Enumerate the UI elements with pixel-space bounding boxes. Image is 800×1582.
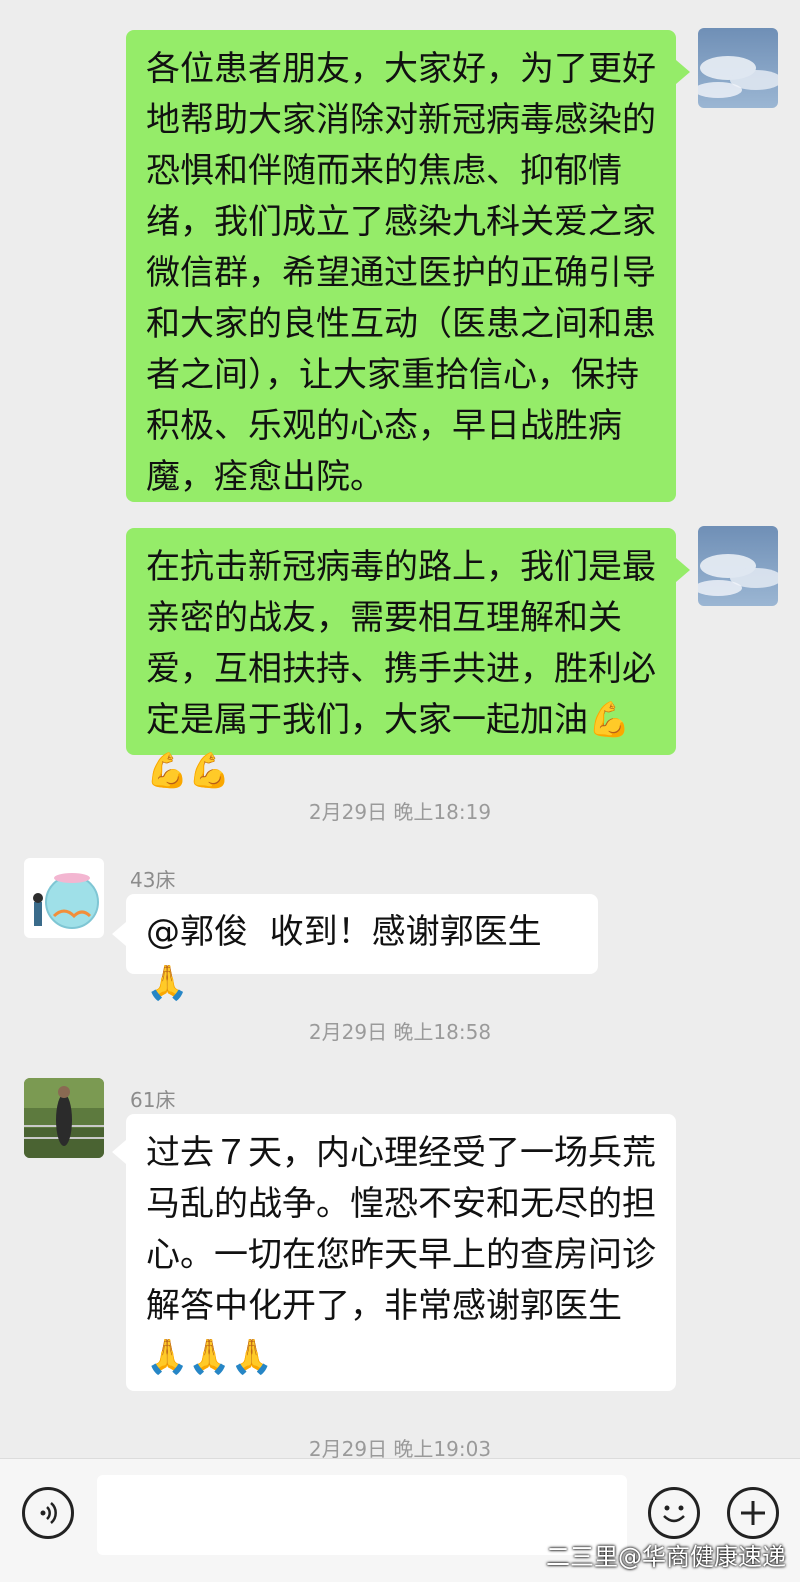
voice-icon[interactable] [22, 1487, 74, 1539]
message-text: 在抗击新冠病毒的路上，我们是最亲密的战友，需要相互理解和关爱，互相扶持、携手共进… [146, 547, 656, 740]
folded-hands-emoji: 🙏🙏🙏 [146, 1337, 274, 1377]
message-text: 各位患者朋友，大家好，为了更好地帮助大家消除对新冠病毒感染的恐惧和伴随而来的焦虑… [146, 49, 656, 497]
watermark: 二三里@华商健康速递 [546, 1543, 786, 1571]
outgoing-message-bubble[interactable]: 在抗击新冠病毒的路上，我们是最亲密的战友，需要相互理解和关爱，互相扶持、携手共进… [126, 528, 676, 791]
timestamp: 2月29日 晚上18:58 [308, 1020, 492, 1044]
incoming-message-bubble[interactable]: 过去７天，内心理经受了一场兵荒马乱的战争。惶恐不安和无尽的担心。一切在您昨天早上… [126, 1114, 676, 1391]
incoming-message-bubble[interactable]: @郭俊 收到！感谢郭医生 🙏 [126, 894, 598, 1003]
bubble-tail [676, 558, 690, 582]
my-avatar[interactable] [698, 526, 778, 606]
message-text: 过去７天，内心理经受了一场兵荒马乱的战争。惶恐不安和无尽的担心。一切在您昨天早上… [146, 1133, 656, 1326]
sender-avatar[interactable] [24, 858, 104, 938]
folded-hands-emoji: 🙏 [146, 963, 189, 1003]
smiley-icon[interactable] [648, 1487, 700, 1539]
message-text: @郭俊 收到！感谢郭医生 [146, 912, 542, 952]
sender-name: 61床 [130, 1088, 176, 1112]
bubble-tail [676, 60, 690, 84]
timestamp: 2月29日 晚上18:19 [308, 800, 492, 824]
outgoing-message-bubble[interactable]: 各位患者朋友，大家好，为了更好地帮助大家消除对新冠病毒感染的恐惧和伴随而来的焦虑… [126, 30, 676, 502]
sender-avatar[interactable] [24, 1078, 104, 1158]
sender-name: 43床 [130, 868, 176, 892]
bubble-tail [112, 922, 126, 946]
plus-icon[interactable] [727, 1487, 779, 1539]
my-avatar[interactable] [698, 28, 778, 108]
bubble-tail [112, 1140, 126, 1164]
chat-input-bar: 二三里@华商健康速递 [0, 1458, 800, 1582]
